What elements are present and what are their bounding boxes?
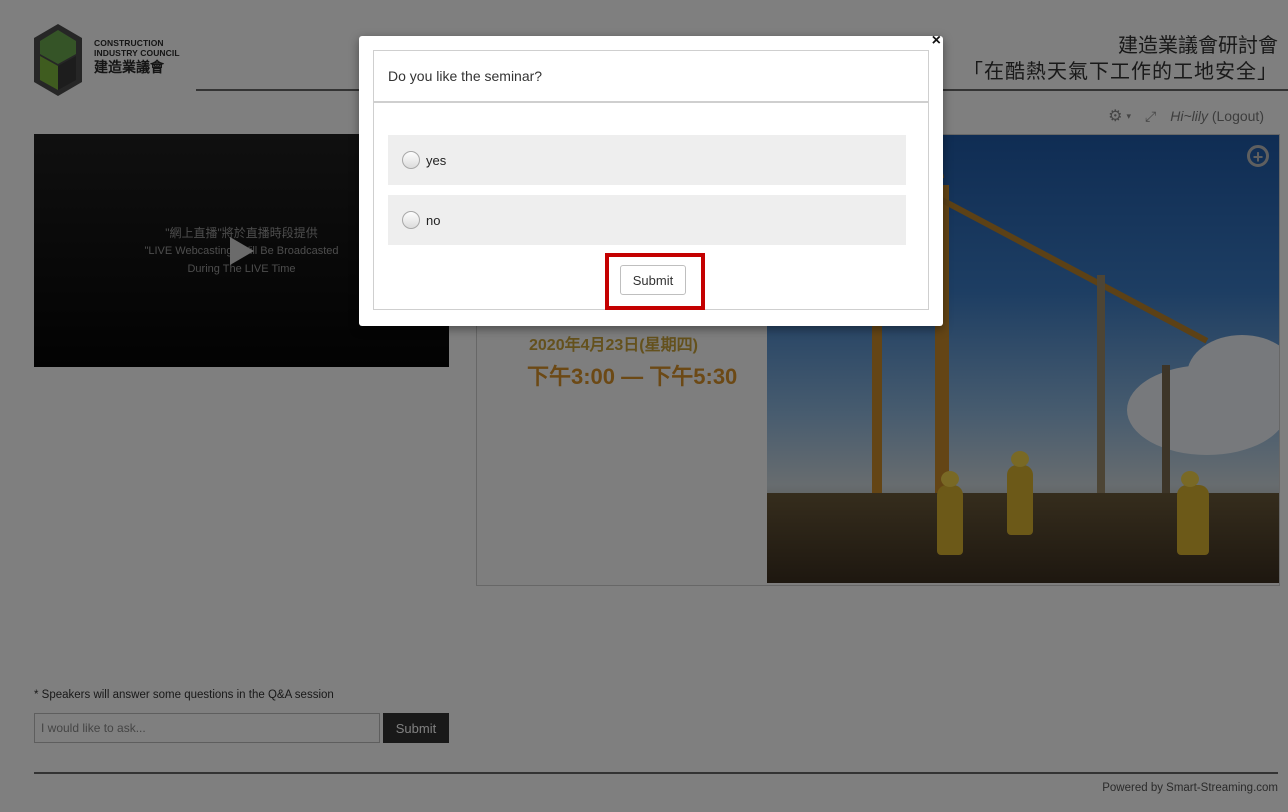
option-yes-label: yes xyxy=(426,152,447,168)
close-icon[interactable]: × xyxy=(932,32,941,50)
survey-question: Do you like the seminar? xyxy=(374,51,928,103)
option-yes[interactable]: yes xyxy=(388,135,906,185)
radio-yes[interactable] xyxy=(402,151,420,169)
option-no-label: no xyxy=(426,212,441,228)
submit-highlight-box xyxy=(605,253,705,310)
radio-no[interactable] xyxy=(402,211,420,229)
option-no[interactable]: no xyxy=(388,195,906,245)
